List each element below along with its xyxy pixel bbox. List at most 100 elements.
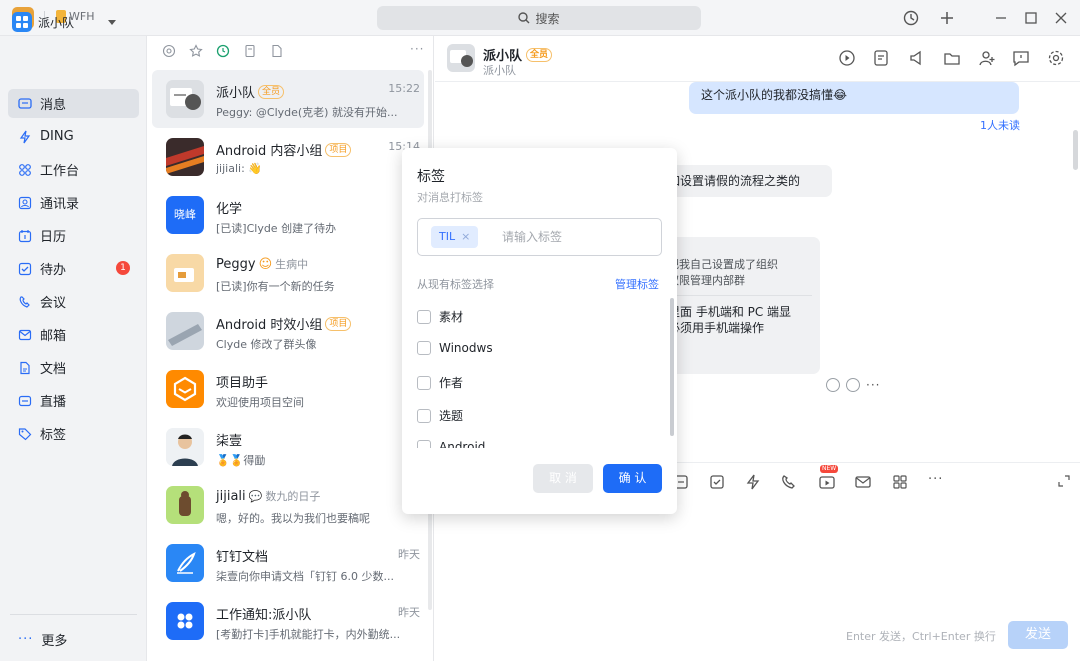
remove-tag-icon[interactable]: × <box>461 226 470 248</box>
nav-more[interactable]: ··· 更多 <box>18 630 67 649</box>
workbench-icon <box>19 163 31 176</box>
popup-scrollbar[interactable] <box>670 298 674 436</box>
ding-icon <box>19 130 31 143</box>
chat-avatar[interactable] <box>447 44 475 72</box>
apps-icon[interactable] <box>891 473 909 491</box>
send-button[interactable]: 发送 <box>1008 621 1068 649</box>
nav-item-todo[interactable]: 待办 1 <box>8 254 139 283</box>
nav-item-workbench[interactable]: 工作台 <box>8 155 139 184</box>
reply-icon[interactable] <box>846 378 860 392</box>
conversation-item[interactable]: 派小队 全员 Peggy: @Clyde(克老) 就没有开始... 15:22 <box>152 70 424 128</box>
unread-filter-icon[interactable] <box>216 44 230 58</box>
conversation-item[interactable]: 工作通知:派小队 [考勤打卡]手机就能打卡，内外勤统... 昨天 <box>152 592 424 650</box>
more-tools-icon[interactable]: ··· <box>928 472 943 487</box>
search-bar[interactable]: 搜索 <box>377 6 701 30</box>
conversation-preview: Clyde 修改了群头像 <box>216 338 317 351</box>
contacts-icon <box>18 196 32 209</box>
existing-tags-label: 从现有标签选择 <box>417 278 494 291</box>
conversation-item[interactable]: 钉钉文档 柒壹向你申请文档「钉钉 6.0 少数... 昨天 <box>152 534 424 592</box>
quoted-text: 权限管理内部群 <box>668 274 745 287</box>
nav-label: 直播 <box>40 395 67 410</box>
conversation-item[interactable]: 柒壹 🏅🏅得勔 14 <box>152 418 424 476</box>
team-switcher[interactable]: 派小队 <box>12 12 117 32</box>
send-hint: Enter 发送，Ctrl+Enter 换行 <box>846 630 996 643</box>
expand-icon[interactable] <box>1057 474 1071 488</box>
close-icon[interactable] <box>1052 9 1070 27</box>
notes-icon[interactable] <box>872 49 890 67</box>
conversation-item[interactable]: 晓峰 化学 [已读]Clyde 创建了待办 14 <box>152 186 424 244</box>
tag-option[interactable]: 素材 <box>417 308 463 325</box>
conversation-item[interactable]: Peggy☺生病中 [已读]你有一个新的任务 14 <box>152 244 424 302</box>
maximize-icon[interactable] <box>1022 9 1040 27</box>
nav-item-meeting[interactable]: 会议 <box>8 287 139 316</box>
avatar: 晓峰 <box>166 196 204 234</box>
manage-tags-link[interactable]: 管理标签 <box>615 276 659 292</box>
nav-item-mail[interactable]: 邮箱 <box>8 320 139 349</box>
history-icon[interactable] <box>902 9 920 27</box>
nav-divider <box>10 614 137 615</box>
live-tool-icon[interactable] <box>818 473 836 491</box>
add-member-icon[interactable] <box>978 49 996 67</box>
add-icon[interactable] <box>938 9 956 27</box>
conversation-item[interactable]: jijiali💬数九的日子 嗯，好的。我以为我们也要稿呢 14 <box>152 476 424 534</box>
avatar <box>166 312 204 350</box>
ding-tool-icon[interactable] <box>744 473 762 491</box>
folder-icon[interactable] <box>943 49 961 67</box>
emoji-reaction-icon[interactable] <box>826 378 840 392</box>
conversation-item[interactable]: Android 内容小组 项目 jijiali: 👋 15:14 <box>152 128 424 186</box>
tag-input-box[interactable]: TIL × <box>417 218 662 256</box>
avatar <box>166 428 204 466</box>
settings-icon[interactable] <box>1047 49 1065 67</box>
conversation-preview: [已读]你有一个新的任务 <box>216 280 335 293</box>
mail-tool-icon[interactable] <box>854 473 872 491</box>
comment-icon[interactable] <box>1012 49 1030 67</box>
minimize-icon[interactable] <box>992 9 1010 27</box>
avatar <box>166 80 204 118</box>
more-icon: ··· <box>18 632 34 647</box>
quoted-text: 把我自己设置成了组织 <box>668 258 778 271</box>
checkbox[interactable] <box>417 341 431 355</box>
message-bubble[interactable]: 如设置请假的流程之类的 <box>660 165 832 197</box>
nav-item-live[interactable]: 直播 <box>8 386 139 415</box>
cancel-button[interactable]: 取 消 <box>533 464 593 493</box>
checkbox[interactable] <box>417 408 431 423</box>
tag-option[interactable]: 选题 <box>417 407 463 424</box>
doc-filter-icon[interactable] <box>270 44 284 58</box>
chat-scrollbar[interactable] <box>1073 130 1078 170</box>
checkbox[interactable] <box>417 375 431 390</box>
nav-item-tags[interactable]: 标签 <box>8 419 139 448</box>
announce-icon[interactable] <box>908 49 926 67</box>
read-receipt[interactable]: 1人未读 <box>980 117 1020 133</box>
star-icon[interactable] <box>189 44 203 58</box>
nav-item-calendar[interactable]: 日历 <box>8 221 139 250</box>
message-bubble[interactable]: 这个派小队的我都没搞懂😂 <box>689 82 1019 114</box>
nav-item-contacts[interactable]: 通讯录 <box>8 188 139 217</box>
conversation-preview: jijiali: 👋 <box>216 162 262 175</box>
phone-icon[interactable] <box>780 473 798 491</box>
tag-input[interactable] <box>502 227 642 247</box>
nav-item-messages[interactable]: 消息 <box>8 89 139 118</box>
file-icon[interactable] <box>243 44 257 58</box>
chat-subtitle: 派小队 <box>483 64 516 77</box>
conversation-item[interactable]: Android 时效小组项目 Clyde 修改了群头像 14 <box>152 302 424 360</box>
nav-item-ding[interactable]: DING <box>8 122 139 151</box>
message-bubble[interactable]: 把我自己设置成了组织 权限管理内部群 里面 手机端和 PC 端显 必须用手机端操… <box>660 237 820 374</box>
more-icon[interactable]: ··· <box>866 378 880 392</box>
nav-label: 通讯录 <box>40 197 80 212</box>
nav-item-docs[interactable]: 文档 <box>8 353 139 382</box>
todo-tool-icon[interactable] <box>708 473 726 491</box>
nav-label: 消息 <box>40 98 67 113</box>
tag-option[interactable]: 作者 <box>417 374 463 391</box>
search-label: 搜索 <box>535 11 560 26</box>
avatar <box>166 138 204 176</box>
video-call-icon[interactable] <box>838 49 856 67</box>
tag-option[interactable]: Winodws <box>417 341 493 355</box>
list-more-icon[interactable]: ··· <box>410 42 424 56</box>
nav-label: 标签 <box>40 428 67 443</box>
checkbox[interactable] <box>417 309 431 324</box>
tag-chip[interactable]: TIL × <box>431 226 479 248</box>
conversation-time: 15:22 <box>388 82 420 95</box>
confirm-button[interactable]: 确 认 <box>603 464 662 493</box>
mention-icon[interactable] <box>162 44 176 58</box>
conversation-item[interactable]: 项目助手 欢迎使用项目空间 14 <box>152 360 424 418</box>
